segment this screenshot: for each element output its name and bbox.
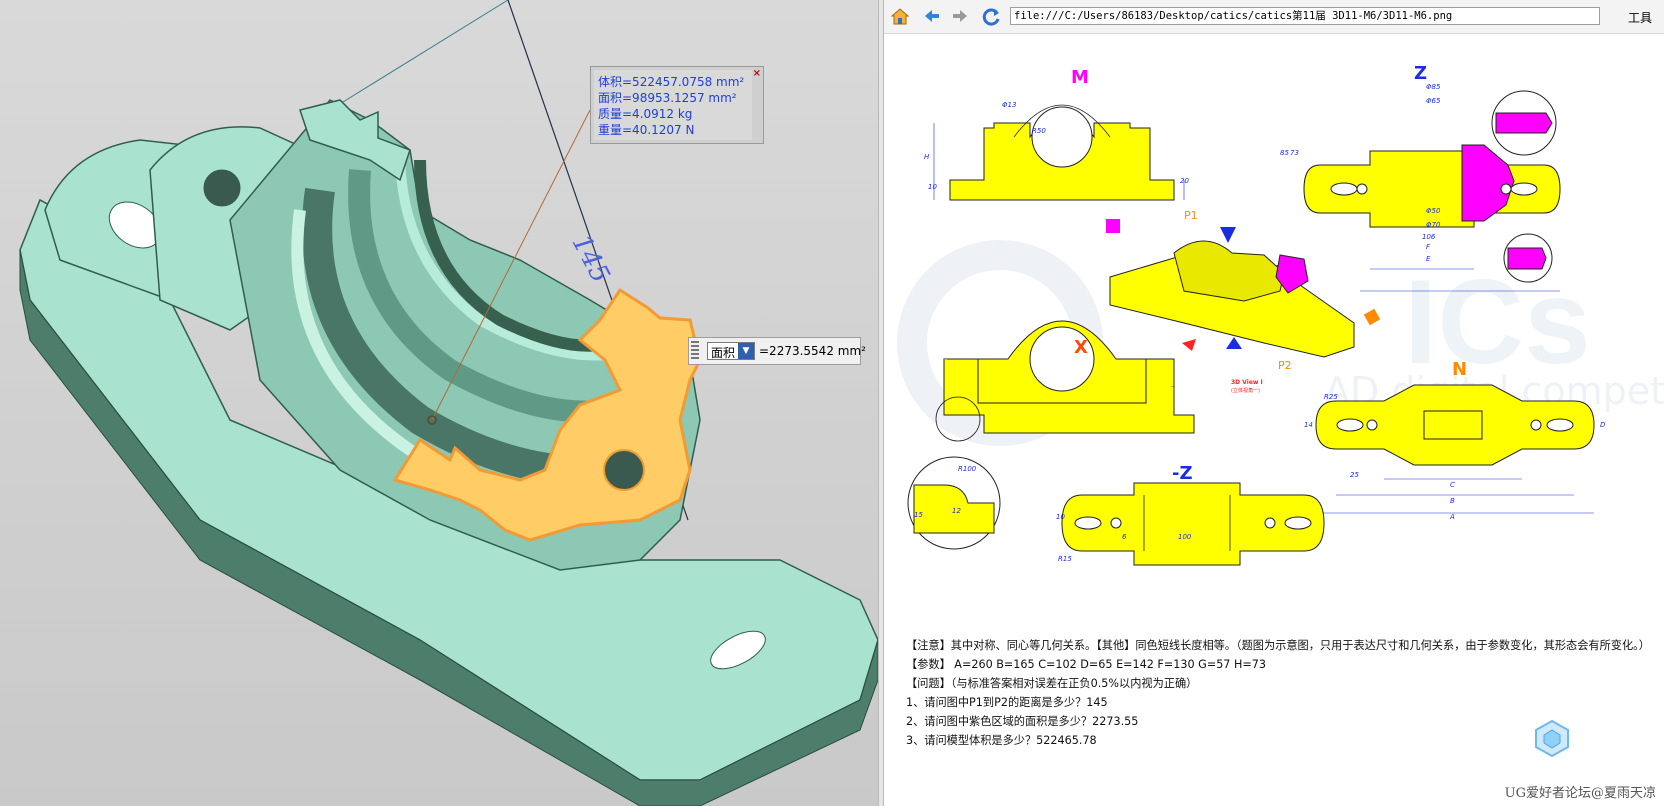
dim-nz-6: 6 <box>1122 533 1127 541</box>
note-line: 【问题】（与标准答案相对误差在正负0.5%以内视为正确） <box>906 677 1198 690</box>
dim-n-a: A <box>1450 513 1455 521</box>
dim-n-c: C <box>1450 481 1455 489</box>
address-bar[interactable]: file:///C:/Users/86183/Desktop/catics/ca… <box>1010 7 1600 25</box>
measure-info-panel: 体积=522457.0758 mm² 面积=98953.1257 mm² 质量=… <box>590 66 764 144</box>
refresh-icon[interactable] <box>980 6 1000 26</box>
dim-nz-100: 100 <box>1178 533 1192 541</box>
chevron-down-icon[interactable]: ▼ <box>738 343 754 359</box>
guide-line <box>329 0 509 111</box>
view-label-x: X <box>1074 337 1088 358</box>
cad-viewport[interactable]: 145 体积=522457.0758 mm² 面积=98953.1257 mm²… <box>0 0 878 806</box>
dim-z-d65: Φ65 <box>1426 97 1441 105</box>
point-label-p1: P1 <box>1184 209 1198 222</box>
dim-det-r100: R100 <box>958 465 977 473</box>
forward-icon[interactable] <box>950 6 970 26</box>
measure-type-select[interactable]: 面积 ▼ <box>707 342 755 360</box>
dim-det-15: 15 <box>914 511 923 519</box>
close-icon[interactable]: × <box>753 68 761 79</box>
m-marker <box>1106 219 1120 233</box>
browser-toolbar: file:///C:/Users/86183/Desktop/catics/ca… <box>884 0 1664 34</box>
dim-n-25: 25 <box>1350 471 1359 479</box>
dim-n-14: 14 <box>1304 421 1313 429</box>
dim-z-f: F <box>1426 243 1431 251</box>
back-icon[interactable] <box>922 6 942 26</box>
dim-nz-10: 10 <box>1056 513 1065 521</box>
dim-z-d85: Φ85 <box>1426 83 1441 91</box>
tools-menu[interactable]: 工具 <box>1628 9 1652 26</box>
note-line: 【注意】其中对称、同心等几何关系。【其他】同色短线长度相等。（题图为示意图，只用… <box>906 639 1650 652</box>
dim-m-10: 10 <box>928 183 937 191</box>
dim-det-12: 12 <box>952 507 961 515</box>
image-viewer: file:///C:/Users/86183/Desktop/catics/ca… <box>884 0 1664 806</box>
dim-n-r25: R25 <box>1324 393 1338 401</box>
dim-m-h: H <box>924 153 930 161</box>
engineering-drawing: AD digital competition ICs <box>884 33 1664 633</box>
drag-handle[interactable] <box>691 341 699 361</box>
dim-n-b: B <box>1450 497 1455 505</box>
dim-z-85: 85 <box>1280 149 1289 157</box>
dim-n-d: D <box>1600 421 1606 429</box>
surface-area-readout: 面积=98953.1257 mm² <box>598 91 737 105</box>
weight-readout: 重量=40.1207 N <box>598 123 695 137</box>
view-label-neg-z: -Z <box>1172 463 1193 484</box>
dim-z-106: 106 <box>1422 233 1436 241</box>
view-caption-sub: (立体视角一) <box>1231 388 1260 394</box>
view-label-z: Z <box>1414 63 1428 84</box>
note-line: 1、请问图中P1到P2的距离是多少？145 <box>906 696 1108 709</box>
dim-m-r50: R50 <box>1032 127 1046 135</box>
view-caption: 3D View I <box>1231 379 1263 386</box>
dim-z-73: 73 <box>1290 149 1299 157</box>
area-measure-widget[interactable]: 面积 ▼ =2273.5542 mm² <box>688 337 866 365</box>
forum-credit: UG爱好者论坛@夏雨天凉 <box>1504 786 1656 801</box>
view-label-n: N <box>1452 359 1468 380</box>
cube-logo-icon <box>1535 719 1569 758</box>
volume-readout: 体积=522457.0758 mm² <box>598 75 745 89</box>
mass-readout: 质量=4.0912 kg <box>598 107 693 121</box>
dim-m-d13: Φ13 <box>1002 101 1017 109</box>
svg-text:ICs: ICs <box>1404 255 1591 389</box>
dim-z-d70: Φ70 <box>1426 221 1441 229</box>
dim-z-e: E <box>1426 255 1431 263</box>
drawing-svg: ICs <box>897 90 1595 566</box>
measure-type-label: 面积 <box>711 346 736 360</box>
dim-m-20: 20 <box>1180 177 1189 185</box>
view-label-m: M <box>1071 67 1089 88</box>
dim-nz-r15: R15 <box>1058 555 1072 563</box>
area-value-readout: =2273.5542 mm² <box>759 344 866 358</box>
dim-z-d50: Φ50 <box>1426 207 1441 215</box>
home-icon[interactable] <box>890 6 910 26</box>
point-label-p2: P2 <box>1278 359 1292 372</box>
note-line: 【参数】 A=260 B=165 C=102 D=65 E=142 F=130 … <box>906 658 1267 671</box>
